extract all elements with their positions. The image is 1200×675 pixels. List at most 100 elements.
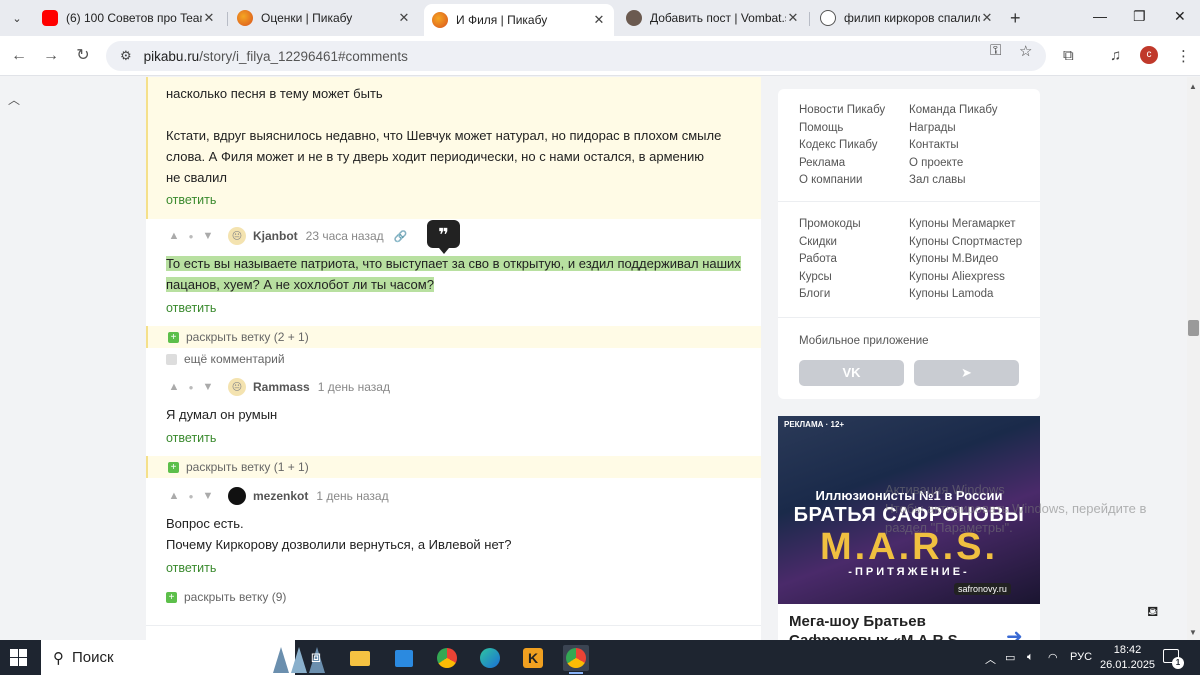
sidebar-link[interactable]: Работа <box>799 253 837 265</box>
comment-author[interactable]: Rammass <box>253 380 310 394</box>
sidebar-link[interactable]: Скидки <box>799 236 837 248</box>
volume-icon[interactable]: 🔈︎ <box>1027 651 1034 664</box>
notifications-badge: 1 <box>1172 657 1184 669</box>
reply-link[interactable]: ответить <box>166 193 216 207</box>
avatar[interactable] <box>228 487 246 505</box>
sidebar-link[interactable]: Купоны Спортмастер <box>909 236 1022 248</box>
sidebar-link[interactable]: Зал славы <box>909 174 965 186</box>
k-app-icon[interactable]: K <box>520 645 546 671</box>
arrow-right-icon[interactable]: ➜ <box>1006 624 1023 640</box>
reply-link[interactable]: ответить <box>166 561 216 575</box>
profile-avatar[interactable]: с <box>1140 46 1158 64</box>
expand-branch-button[interactable]: + раскрыть ветку (2 + 1) <box>146 326 761 348</box>
avatar[interactable]: 😐 <box>228 378 246 396</box>
reply-link[interactable]: ответить <box>166 301 216 315</box>
sidebar-link[interactable]: Блоги <box>799 288 830 300</box>
sidebar-link[interactable]: Контакты <box>909 139 959 151</box>
language-indicator[interactable]: РУС <box>1070 651 1092 663</box>
chrome-icon[interactable] <box>434 645 460 671</box>
minimize-button[interactable]: — <box>1093 8 1107 24</box>
reply-link[interactable]: ответить <box>166 431 216 445</box>
clock[interactable]: 18:42 26.01.2025 <box>1100 643 1155 673</box>
close-icon[interactable]: ✕ <box>592 12 606 28</box>
expand-branch-button[interactable]: + раскрыть ветку (9) <box>146 586 761 608</box>
sidebar-link[interactable]: Купоны Lamoda <box>909 288 993 300</box>
comment-text: Почему Киркорову дозволили вернуться, а … <box>166 537 512 552</box>
browser-menu-icon[interactable]: ⋮ <box>1176 47 1191 65</box>
close-icon[interactable]: ✕ <box>786 10 800 26</box>
vk-app-button[interactable]: VK <box>799 360 904 386</box>
tray-expand-icon[interactable]: ︿ <box>985 651 996 667</box>
tab-search-button[interactable]: ⌄ <box>6 7 28 29</box>
tab-youtube[interactable]: (6) 100 Советов про Team F ✕ <box>34 4 224 32</box>
comment-time[interactable]: 1 день назад <box>318 380 390 394</box>
downvote-icon[interactable]: ▼ <box>200 490 216 502</box>
collapse-chevron-icon[interactable]: ︿ <box>8 91 20 108</box>
reload-button[interactable]: ↻ <box>72 45 94 67</box>
telegram-app-button[interactable]: ➤ <box>914 360 1019 386</box>
sidebar-link[interactable]: Помощь <box>799 122 843 134</box>
task-view-icon[interactable]: ⧈ <box>303 645 329 671</box>
address-bar[interactable]: ⚙ pikabu.ru/story/i_filya_12296461#comme… <box>106 41 1046 71</box>
close-icon[interactable]: ✕ <box>397 10 411 26</box>
start-button[interactable] <box>10 649 27 666</box>
network-icon[interactable]: ◠ <box>1048 651 1058 664</box>
sidebar-link[interactable]: Реклама <box>799 157 845 169</box>
forward-button[interactable]: → <box>40 45 62 67</box>
scrollbar[interactable] <box>1187 77 1200 640</box>
sidebar-link[interactable]: Кодекс Пикабу <box>799 139 878 151</box>
downvote-icon[interactable]: ▼ <box>200 230 216 242</box>
quote-icon[interactable]: ❞ <box>427 220 460 254</box>
sidebar-link[interactable]: Купоны Aliexpress <box>909 271 1005 283</box>
expand-branch-button[interactable]: + раскрыть ветку (1 + 1) <box>146 456 761 478</box>
restore-button[interactable]: ❐ <box>1133 8 1146 25</box>
sidebar-link[interactable]: Новости Пикабу <box>799 104 885 116</box>
youtube-icon <box>42 10 58 26</box>
taskbar-search[interactable]: ⚲ Поиск <box>41 640 325 675</box>
file-explorer-icon[interactable] <box>347 645 373 671</box>
sidebar-link[interactable]: Награды <box>909 122 956 134</box>
plus-icon: + <box>166 591 177 603</box>
ad-title[interactable]: Мега-шоу Братьев Сафроновых «M.A.R.S. <box>789 612 979 640</box>
comment-author[interactable]: Kjanbot <box>253 229 298 243</box>
sidebar-link[interactable]: Промокоды <box>799 218 861 230</box>
avatar[interactable]: 😐 <box>228 227 246 245</box>
sidebar-link[interactable]: Команда Пикабу <box>909 104 998 116</box>
close-icon[interactable]: ✕ <box>202 10 216 26</box>
link-icon[interactable]: 🔗 <box>394 230 408 243</box>
comment-time[interactable]: 1 день назад <box>316 489 388 503</box>
battery-icon[interactable]: ▭ <box>1005 651 1015 664</box>
bookmark-star-icon[interactable]: ☆ <box>1019 42 1032 60</box>
scroll-up-icon[interactable]: ▲ <box>1189 82 1197 91</box>
microsoft-store-icon[interactable] <box>391 645 417 671</box>
edge-icon[interactable] <box>477 645 503 671</box>
new-tab-button[interactable]: + <box>1010 8 1021 29</box>
upvote-icon[interactable]: ▲ <box>166 381 182 393</box>
extensions-icon[interactable]: ⧉ <box>1063 47 1074 64</box>
sidebar-link[interactable]: Купоны М.Видео <box>909 253 998 265</box>
downvote-icon[interactable]: ▼ <box>200 381 216 393</box>
tab-vombat[interactable]: Добавить пост | Vombat.su ✕ <box>618 4 808 32</box>
scrollbar-thumb[interactable] <box>1188 320 1199 336</box>
comment-time[interactable]: 23 часа назад <box>306 229 384 243</box>
tab-pikabu-story[interactable]: И Филя | Пикабу ✕ <box>424 4 614 36</box>
window-close-button[interactable]: ✕ <box>1174 8 1186 25</box>
more-comments-button[interactable]: ещё комментарий <box>146 348 761 370</box>
sidebar-link[interactable]: О проекте <box>909 157 963 169</box>
sidebar-link[interactable]: О компании <box>799 174 862 186</box>
upvote-icon[interactable]: ▲ <box>166 490 182 502</box>
tab-search-kirkorov[interactable]: филип киркоров спалился ✕ <box>812 4 1002 32</box>
back-button[interactable]: ← <box>8 45 30 67</box>
comment-text: Кстати, вдруг выяснилось недавно, что Ше… <box>166 128 722 143</box>
password-key-icon[interactable]: ⚿ <box>990 42 1001 59</box>
tab-pikabu-ratings[interactable]: Оценки | Пикабу ✕ <box>229 4 419 32</box>
sidebar-link[interactable]: Курсы <box>799 271 832 283</box>
chrome-active-icon[interactable] <box>563 645 589 674</box>
scroll-down-icon[interactable]: ▼ <box>1189 628 1197 637</box>
media-control-icon[interactable]: ♫ <box>1110 47 1121 64</box>
sidebar-link[interactable]: Купоны Мегамаркет <box>909 218 1015 230</box>
close-icon[interactable]: ✕ <box>980 10 994 26</box>
site-info-icon[interactable]: ⚙ <box>120 48 132 64</box>
comment-author[interactable]: mezenkot <box>253 489 308 503</box>
upvote-icon[interactable]: ▲ <box>166 230 182 242</box>
